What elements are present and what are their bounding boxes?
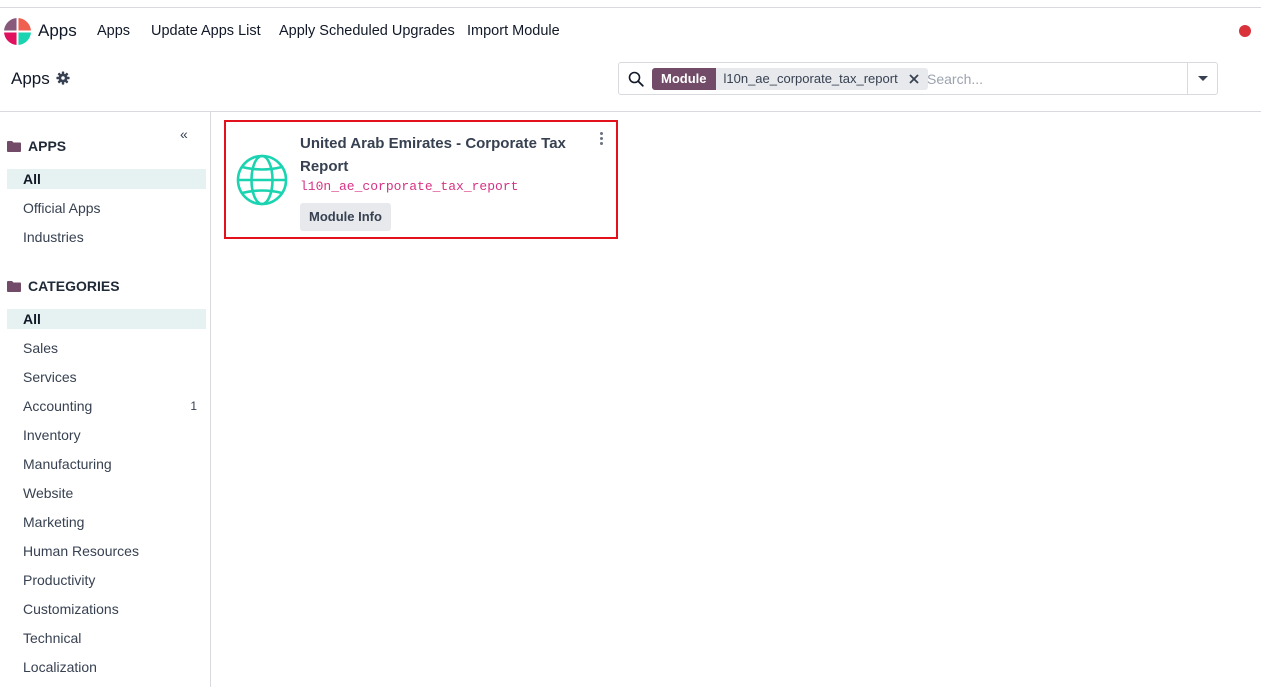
kebab-menu-icon[interactable] [598,132,604,146]
module-card[interactable]: United Arab Emirates - Corporate Tax Rep… [224,120,618,239]
sidebar-item-localization[interactable]: Localization [7,657,206,677]
page-title: Apps [11,69,50,88]
folder-icon [7,140,21,152]
folder-icon [7,280,21,292]
module-info-button[interactable]: Module Info [300,203,391,231]
apps-logo-icon[interactable] [4,18,31,45]
menu-update-apps-list[interactable]: Update Apps List [151,23,261,39]
sidebar: « APPS All Official Apps Industries CATE… [0,112,211,687]
sidebar-item-inventory[interactable]: Inventory [7,425,206,445]
apps-heading-label: APPS [28,138,67,154]
categories-heading-label: CATEGORIES [28,278,120,294]
status-dot-icon[interactable] [1239,25,1251,37]
navbar: Apps Apps Update Apps List Apply Schedul… [0,9,1261,55]
module-title: United Arab Emirates - Corporate Tax Rep… [300,135,566,175]
categories-section-heading: CATEGORIES [7,278,120,294]
navbar-brand[interactable]: Apps [38,21,77,41]
sidebar-item-industries[interactable]: Industries [7,227,206,247]
sidebar-item-label: Accounting [23,398,93,414]
sidebar-item-productivity[interactable]: Productivity [7,570,206,590]
menu-apps[interactable]: Apps [97,23,130,39]
sidebar-item-official-apps[interactable]: Official Apps [7,198,206,218]
collapse-sidebar-icon[interactable]: « [180,126,188,142]
sidebar-item-manufacturing[interactable]: Manufacturing [7,454,206,474]
menu-import-module[interactable]: Import Module [467,23,560,39]
sidebar-item-apps-all[interactable]: All [7,169,206,189]
menu-apply-scheduled-upgrades[interactable]: Apply Scheduled Upgrades [279,23,455,39]
remove-facet-icon[interactable] [908,73,920,85]
search-bar[interactable]: Module l10n_ae_corporate_tax_report [618,62,1218,95]
facet-label: Module [652,68,716,90]
search-facet: Module l10n_ae_corporate_tax_report [652,68,928,90]
sidebar-item-website[interactable]: Website [7,483,206,503]
search-options-dropdown-toggle[interactable] [1187,63,1217,94]
sidebar-item-human-resources[interactable]: Human Resources [7,541,206,561]
sidebar-item-marketing[interactable]: Marketing [7,512,206,532]
sidebar-item-category-all[interactable]: All [7,309,206,329]
search-icon[interactable] [628,71,644,87]
module-technical-name: l10n_ae_corporate_tax_report [300,179,519,194]
sidebar-item-accounting[interactable]: Accounting 1 [7,396,206,416]
browser-top-strip [0,0,1261,8]
sidebar-item-sales[interactable]: Sales [7,338,206,358]
gear-icon[interactable] [56,71,70,85]
sidebar-item-technical[interactable]: Technical [7,628,206,648]
sidebar-item-customizations[interactable]: Customizations [7,599,206,619]
category-count-badge: 1 [190,399,197,413]
globe-icon [236,154,288,206]
facet-value-wrap: l10n_ae_corporate_tax_report [715,68,928,90]
search-input[interactable] [927,68,1177,90]
facet-value: l10n_ae_corporate_tax_report [723,71,898,86]
sidebar-item-services[interactable]: Services [7,367,206,387]
apps-section-heading: APPS [7,138,66,154]
